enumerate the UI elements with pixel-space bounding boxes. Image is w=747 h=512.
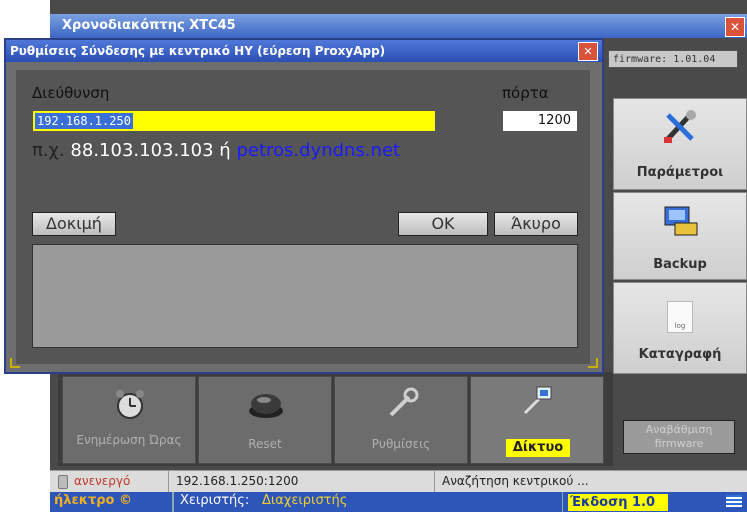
dialog-close-button[interactable]: ✕ [578, 42, 598, 61]
port-label: πόρτα [502, 84, 549, 102]
address-input[interactable]: 192.168.1.250 [32, 110, 436, 132]
address-value: 192.168.1.250 [35, 113, 133, 129]
network-label: Δίκτυο [506, 439, 570, 457]
port-input[interactable]: 1200 [502, 110, 578, 132]
example-hint: π.χ. 88.103.103.103 ή petros.dyndns.net [32, 140, 400, 161]
reset-label: Reset [248, 437, 282, 451]
network-button[interactable]: Δίκτυο [470, 376, 604, 464]
network-icon [523, 386, 552, 415]
test-output-area [32, 244, 578, 348]
log-label: Καταγραφή [638, 347, 722, 362]
resize-corner-icon[interactable] [588, 358, 598, 368]
ok-button[interactable]: OK [398, 212, 488, 236]
status-indicator-icon [58, 475, 68, 489]
example-prefix: π.χ. [32, 140, 65, 161]
cancel-button[interactable]: Άκυρο [494, 212, 578, 236]
settings-label: Ρυθμίσεις [371, 437, 431, 451]
flag-icon [726, 495, 742, 507]
address-label: Διεύθυνση [32, 84, 110, 102]
backup-icon [664, 206, 698, 236]
connection-state: ανενεργό [74, 474, 131, 488]
update-time-button[interactable]: Ενημέρωση Ώρας [62, 376, 196, 464]
status-bar: ανενεργό 192.168.1.250:1200 Αναζήτηση κε… [50, 470, 747, 493]
dialog-title: Ρυθμίσεις Σύνδεσης με κεντρικό ΗΥ (εύρεσ… [6, 40, 602, 62]
example-host: petros.dyndns.net [236, 140, 401, 161]
parameters-label: Παράμετροι [636, 165, 724, 180]
connection-settings-dialog: Ρυθμίσεις Σύνδεσης με κεντρικό ΗΥ (εύρεσ… [4, 38, 604, 374]
firmware-upgrade-button[interactable]: Αναβάθμιση firmware [623, 420, 735, 454]
main-close-button[interactable]: ✕ [725, 17, 745, 37]
wrench-icon [389, 387, 419, 417]
log-icon: log [667, 301, 693, 333]
main-window-title: Χρονοδιακόπτης XTC45 [50, 14, 747, 38]
resize-corner-icon [10, 358, 20, 368]
status-message: Αναζήτηση κεντρικού ... [442, 474, 589, 488]
backup-label: Backup [653, 257, 707, 272]
version-label: Έκδοση 1.0 [568, 494, 668, 511]
parameters-button[interactable]: Παράμετροι [613, 98, 747, 190]
example-ip: 88.103.103.103 [70, 140, 214, 161]
example-or: ή [219, 140, 231, 161]
firmware-version: firmware: 1.01.04 [608, 50, 738, 68]
tools-icon [664, 110, 696, 143]
reset-button-icon [249, 394, 283, 418]
backup-button[interactable]: Backup [613, 192, 747, 280]
operator-name: Διαχειριστής [262, 493, 348, 508]
brand-label: ήλεκτρο © [54, 493, 133, 508]
update-time-label: Ενημέρωση Ώρας [76, 433, 182, 447]
log-button[interactable]: log Καταγραφή [613, 282, 747, 374]
test-button[interactable]: Δοκιμή [32, 212, 116, 236]
footer-bar: ήλεκτρο © Χειριστής: Διαχειριστής Έκδοση… [50, 492, 747, 512]
operator-label: Χειριστής: [180, 493, 250, 508]
alarm-clock-icon [116, 390, 144, 419]
status-address: 192.168.1.250:1200 [176, 474, 299, 488]
settings-button[interactable]: Ρυθμίσεις [334, 376, 468, 464]
reset-button[interactable]: Reset [198, 376, 332, 464]
